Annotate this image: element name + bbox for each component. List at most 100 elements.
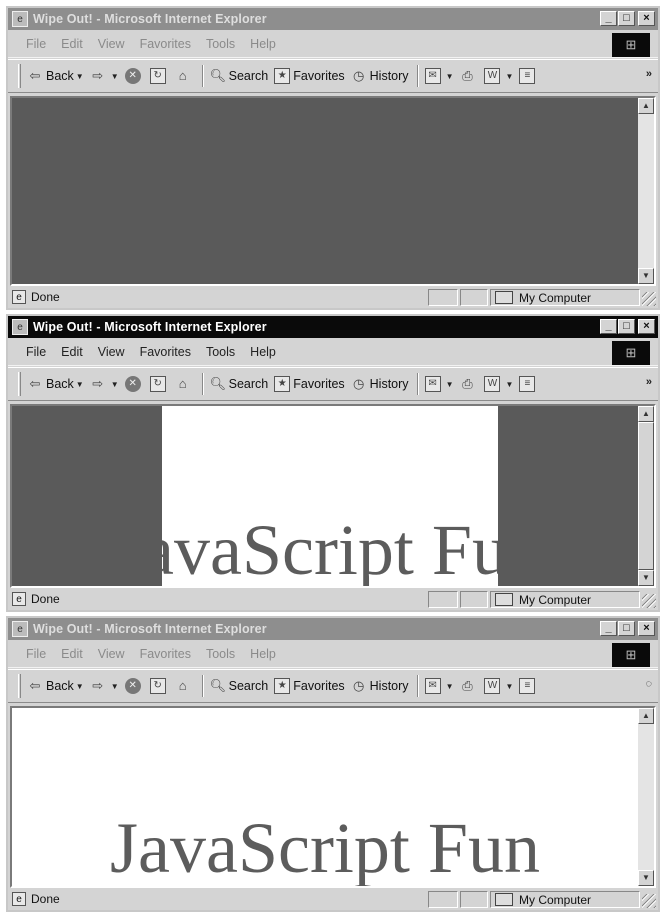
print-button[interactable]: ⎙: [459, 68, 478, 84]
print-button[interactable]: ⎙: [459, 678, 478, 694]
favorites-button[interactable]: ★ Favorites: [274, 376, 345, 392]
menu-help[interactable]: Help: [250, 37, 276, 51]
maximize-button[interactable]: □: [618, 11, 635, 26]
forward-dropdown-icon[interactable]: ▼: [111, 72, 119, 81]
toolbar-grip[interactable]: [18, 674, 21, 698]
mail-button[interactable]: ✉ ▼: [424, 68, 454, 84]
mail-button[interactable]: ✉ ▼: [424, 376, 454, 392]
scroll-up-button[interactable]: ▲: [638, 406, 654, 422]
search-button[interactable]: 🔍︎ Search: [210, 678, 269, 694]
back-button[interactable]: ⇦ Back ▼: [27, 68, 84, 84]
menu-file[interactable]: File: [26, 647, 46, 661]
back-dropdown-icon[interactable]: ▼: [76, 682, 84, 691]
minimize-button[interactable]: _: [600, 319, 617, 334]
history-button[interactable]: ◷ History: [351, 68, 409, 84]
scroll-down-button[interactable]: ▼: [638, 268, 654, 284]
menu-favorites[interactable]: Favorites: [140, 647, 191, 661]
search-button[interactable]: 🔍︎ Search: [210, 68, 269, 84]
search-button[interactable]: 🔍︎ Search: [210, 376, 269, 392]
print-button[interactable]: ⎙: [459, 376, 478, 392]
refresh-button[interactable]: ↻: [149, 376, 169, 392]
mail-dropdown-icon[interactable]: ▼: [446, 682, 454, 691]
title-bar[interactable]: e Wipe Out! - Microsoft Internet Explore…: [8, 316, 658, 338]
toolbar-more-icon[interactable]: »: [646, 68, 652, 80]
forward-button[interactable]: ⇨ ▼: [90, 678, 119, 694]
menu-edit[interactable]: Edit: [61, 37, 83, 51]
menu-help[interactable]: Help: [250, 345, 276, 359]
menu-help[interactable]: Help: [250, 647, 276, 661]
menu-favorites[interactable]: Favorites: [140, 37, 191, 51]
stop-button[interactable]: ✕: [124, 68, 144, 84]
back-dropdown-icon[interactable]: ▼: [76, 380, 84, 389]
scroll-thumb[interactable]: [638, 422, 654, 570]
discuss-button[interactable]: ≡: [519, 376, 538, 392]
menu-favorites[interactable]: Favorites: [140, 345, 191, 359]
menu-view[interactable]: View: [98, 345, 125, 359]
discuss-button[interactable]: ≡: [519, 68, 538, 84]
title-bar[interactable]: e Wipe Out! - Microsoft Internet Explore…: [8, 618, 658, 640]
search-label: Search: [228, 377, 269, 391]
vertical-scrollbar[interactable]: ▲ ▼: [638, 406, 654, 586]
menu-tools[interactable]: Tools: [206, 345, 235, 359]
vertical-scrollbar[interactable]: ▲ ▼: [638, 98, 654, 284]
vertical-scrollbar[interactable]: ▲ ▼: [638, 708, 654, 886]
home-button[interactable]: ⌂: [175, 678, 194, 694]
close-button[interactable]: ×: [638, 319, 655, 334]
menu-view[interactable]: View: [98, 647, 125, 661]
back-button[interactable]: ⇦ Back ▼: [27, 678, 84, 694]
mail-dropdown-icon[interactable]: ▼: [446, 72, 454, 81]
refresh-button[interactable]: ↻: [149, 68, 169, 84]
edit-dropdown-icon[interactable]: ▼: [505, 682, 513, 691]
forward-button[interactable]: ⇨ ▼: [90, 68, 119, 84]
scroll-down-button[interactable]: ▼: [638, 570, 654, 586]
menu-file[interactable]: File: [26, 345, 46, 359]
home-button[interactable]: ⌂: [175, 68, 194, 84]
menu-edit[interactable]: Edit: [61, 345, 83, 359]
history-button[interactable]: ◷ History: [351, 376, 409, 392]
toolbar-grip[interactable]: [18, 372, 21, 396]
refresh-button[interactable]: ↻: [149, 678, 169, 694]
stop-button[interactable]: ✕: [124, 376, 144, 392]
maximize-button[interactable]: □: [618, 621, 635, 636]
scroll-down-button[interactable]: ▼: [638, 870, 654, 886]
favorites-button[interactable]: ★ Favorites: [274, 678, 345, 694]
favorites-button[interactable]: ★ Favorites: [274, 68, 345, 84]
messenger-icon[interactable]: ◌: [645, 678, 652, 690]
close-button[interactable]: ×: [638, 11, 655, 26]
resize-grip[interactable]: [642, 894, 656, 908]
menu-bar: File Edit View Favorites Tools Help ⊞: [8, 30, 658, 58]
maximize-button[interactable]: □: [618, 319, 635, 334]
menu-view[interactable]: View: [98, 37, 125, 51]
mail-button[interactable]: ✉ ▼: [424, 678, 454, 694]
menu-file[interactable]: File: [26, 37, 46, 51]
edit-word-button[interactable]: W ▼: [484, 678, 513, 694]
close-button[interactable]: ×: [638, 621, 655, 636]
home-button[interactable]: ⌂: [175, 376, 194, 392]
forward-dropdown-icon[interactable]: ▼: [111, 380, 119, 389]
back-dropdown-icon[interactable]: ▼: [76, 72, 84, 81]
edit-dropdown-icon[interactable]: ▼: [505, 72, 513, 81]
toolbar-more-icon[interactable]: »: [646, 376, 652, 388]
discuss-button[interactable]: ≡: [519, 678, 538, 694]
edit-word-button[interactable]: W ▼: [484, 68, 513, 84]
minimize-button[interactable]: _: [600, 11, 617, 26]
title-bar[interactable]: e Wipe Out! - Microsoft Internet Explore…: [8, 8, 658, 30]
menu-tools[interactable]: Tools: [206, 647, 235, 661]
stop-button[interactable]: ✕: [124, 678, 144, 694]
history-button[interactable]: ◷ History: [351, 678, 409, 694]
toolbar-grip[interactable]: [18, 64, 21, 88]
menu-edit[interactable]: Edit: [61, 647, 83, 661]
resize-grip[interactable]: [642, 292, 656, 306]
resize-grip[interactable]: [642, 594, 656, 608]
minimize-button[interactable]: _: [600, 621, 617, 636]
back-button[interactable]: ⇦ Back ▼: [27, 376, 84, 392]
forward-button[interactable]: ⇨ ▼: [90, 376, 119, 392]
edit-dropdown-icon[interactable]: ▼: [505, 380, 513, 389]
history-icon: ◷: [352, 376, 365, 391]
forward-dropdown-icon[interactable]: ▼: [111, 682, 119, 691]
edit-word-button[interactable]: W ▼: [484, 376, 513, 392]
mail-dropdown-icon[interactable]: ▼: [446, 380, 454, 389]
scroll-up-button[interactable]: ▲: [638, 98, 654, 114]
menu-tools[interactable]: Tools: [206, 37, 235, 51]
scroll-up-button[interactable]: ▲: [638, 708, 654, 724]
